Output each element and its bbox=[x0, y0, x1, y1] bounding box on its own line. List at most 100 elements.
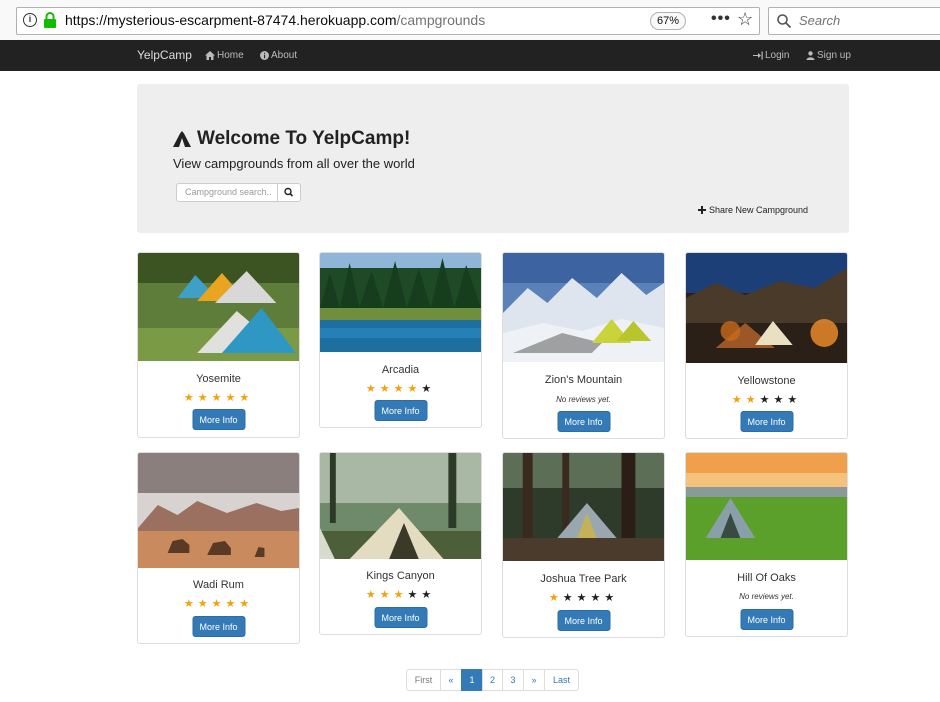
share-new-campground-label: Share New Campground bbox=[709, 205, 809, 215]
campground-name: Yosemite bbox=[196, 373, 241, 385]
star-icon: ★ bbox=[590, 592, 605, 604]
more-info-button[interactable]: More Info bbox=[374, 400, 427, 421]
campground-image bbox=[686, 453, 847, 560]
brand-link[interactable]: YelpCamp bbox=[137, 48, 192, 62]
campground-name: Joshua Tree Park bbox=[540, 573, 627, 585]
site-navbar: YelpCamp Home About Login Sign up bbox=[0, 40, 940, 71]
pagination-page-1[interactable]: 1 bbox=[461, 669, 483, 691]
search-placeholder: Search bbox=[799, 13, 841, 28]
address-bar[interactable]: i https://mysterious-escarpment-87474.he… bbox=[16, 7, 760, 35]
site-info-icon[interactable]: i bbox=[23, 13, 37, 27]
campground-image bbox=[686, 253, 847, 363]
campground-image bbox=[320, 253, 481, 352]
star-icon: ★ bbox=[239, 392, 254, 404]
campground-search-input[interactable]: Campground search.. bbox=[185, 187, 272, 197]
more-info-button[interactable]: More Info bbox=[740, 609, 793, 630]
campground-card: Arcadia ★★★★★ More Info bbox=[319, 252, 482, 428]
nav-about-link[interactable]: About bbox=[260, 50, 297, 61]
url-text[interactable]: https://mysterious-escarpment-87474.hero… bbox=[65, 12, 485, 28]
campground-name: Arcadia bbox=[381, 364, 420, 376]
campground-card: Yosemite ★★★★★ More Info bbox=[137, 252, 300, 438]
more-info-button[interactable]: More Info bbox=[557, 610, 610, 631]
search-icon bbox=[777, 14, 792, 29]
nav-home-label: Home bbox=[217, 50, 244, 61]
star-rating: ★★★★★ bbox=[320, 382, 481, 395]
nav-signup-label: Sign up bbox=[817, 50, 851, 61]
star-rating: ★★★★★ bbox=[686, 393, 847, 406]
star-icon: ★ bbox=[773, 394, 788, 406]
pagination-page-3[interactable]: 3 bbox=[502, 669, 524, 691]
pagination: First « 1 2 3 » Last bbox=[406, 669, 579, 691]
plus-icon bbox=[698, 206, 706, 214]
star-icon: ★ bbox=[239, 598, 254, 610]
tent-icon bbox=[173, 131, 191, 147]
more-info-button[interactable]: More Info bbox=[192, 409, 245, 430]
campground-name: Wadi Rum bbox=[193, 579, 244, 591]
star-icon: ★ bbox=[421, 589, 436, 601]
more-info-button[interactable]: More Info bbox=[192, 616, 245, 637]
no-reviews-text: No reviews yet. bbox=[739, 592, 794, 601]
star-icon: ★ bbox=[787, 394, 802, 406]
no-reviews-text: No reviews yet. bbox=[556, 395, 611, 404]
pagination-prev[interactable]: « bbox=[440, 669, 462, 691]
campground-name: Hill Of Oaks bbox=[737, 572, 796, 584]
nav-login-link[interactable]: Login bbox=[753, 50, 789, 61]
pagination-next[interactable]: » bbox=[523, 669, 545, 691]
campground-image bbox=[503, 453, 664, 561]
star-icon: ★ bbox=[211, 392, 226, 404]
welcome-jumbotron: Welcome To YelpCamp! View campgrounds fr… bbox=[137, 84, 849, 233]
user-icon bbox=[806, 51, 815, 60]
star-icon: ★ bbox=[548, 592, 563, 604]
star-icon: ★ bbox=[407, 589, 422, 601]
campground-card: Joshua Tree Park ★★★★★ More Info bbox=[502, 452, 665, 638]
star-icon: ★ bbox=[393, 383, 408, 395]
star-icon: ★ bbox=[197, 598, 212, 610]
campground-name: Yellowstone bbox=[737, 375, 796, 387]
pagination-first[interactable]: First bbox=[406, 669, 441, 691]
star-icon: ★ bbox=[379, 383, 394, 395]
more-info-button[interactable]: More Info bbox=[557, 411, 610, 432]
lock-icon[interactable] bbox=[43, 11, 57, 29]
log-in-icon bbox=[753, 51, 763, 60]
page-actions-menu-icon[interactable]: ••• bbox=[711, 10, 731, 28]
campground-card: Wadi Rum ★★★★★ More Info bbox=[137, 452, 300, 644]
star-icon: ★ bbox=[731, 394, 746, 406]
browser-search-box[interactable]: Search bbox=[768, 7, 940, 35]
star-icon: ★ bbox=[604, 592, 619, 604]
pagination-page-2[interactable]: 2 bbox=[482, 669, 503, 691]
star-icon: ★ bbox=[407, 383, 422, 395]
campground-card: Kings Canyon ★★★★★ More Info bbox=[319, 452, 482, 635]
campground-image bbox=[138, 453, 299, 568]
campground-card: Hill Of Oaks No reviews yet. More Info bbox=[685, 452, 848, 637]
share-new-campground-link[interactable]: Share New Campground bbox=[698, 205, 808, 215]
page-title-text: Welcome To YelpCamp! bbox=[197, 128, 411, 149]
nav-signup-link[interactable]: Sign up bbox=[806, 50, 851, 61]
pagination-last[interactable]: Last bbox=[544, 669, 579, 691]
star-rating: ★★★★★ bbox=[503, 591, 664, 604]
more-info-button[interactable]: More Info bbox=[740, 411, 793, 432]
star-icon: ★ bbox=[225, 598, 240, 610]
campground-card: Yellowstone ★★★★★ More Info bbox=[685, 252, 848, 439]
nav-home-link[interactable]: Home bbox=[205, 50, 244, 61]
campground-image bbox=[138, 253, 299, 361]
star-rating: ★★★★★ bbox=[138, 597, 299, 610]
star-rating: ★★★★★ bbox=[320, 588, 481, 601]
star-icon: ★ bbox=[576, 592, 591, 604]
zoom-level-badge[interactable]: 67% bbox=[650, 12, 687, 30]
campground-image bbox=[503, 253, 664, 362]
star-icon: ★ bbox=[365, 589, 380, 601]
star-icon: ★ bbox=[421, 383, 436, 395]
page-subtitle: View campgrounds from all over the world bbox=[173, 156, 415, 171]
browser-toolbar: i https://mysterious-escarpment-87474.he… bbox=[0, 0, 940, 41]
campground-search-button[interactable] bbox=[277, 184, 300, 201]
nav-about-label: About bbox=[271, 50, 298, 61]
campground-card: Zion's Mountain No reviews yet. More Inf… bbox=[502, 252, 665, 439]
more-info-button[interactable]: More Info bbox=[374, 607, 427, 628]
campground-search[interactable]: Campground search.. bbox=[176, 183, 301, 202]
campground-image bbox=[320, 453, 481, 559]
campground-name: Zion's Mountain bbox=[544, 374, 623, 386]
bookmark-star-icon[interactable]: ☆ bbox=[737, 9, 753, 30]
star-icon: ★ bbox=[562, 592, 577, 604]
search-icon bbox=[284, 187, 294, 197]
star-rating: ★★★★★ bbox=[138, 391, 299, 404]
